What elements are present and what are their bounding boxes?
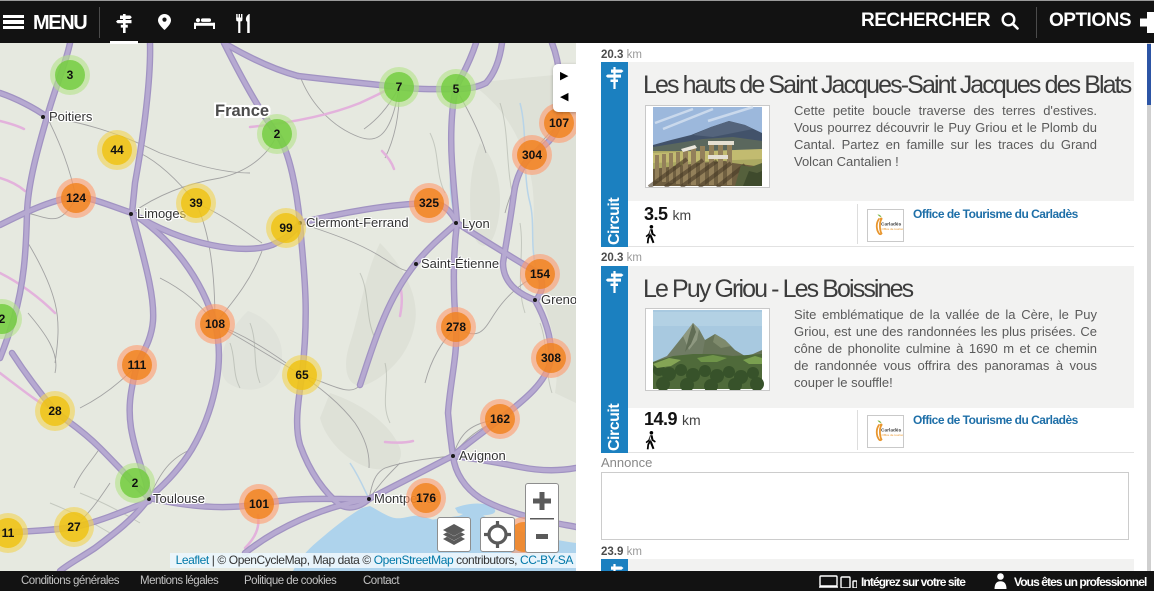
svg-text:Office de tourisme: Office de tourisme [882, 433, 904, 437]
svg-text:Office de tourisme: Office de tourisme [882, 227, 904, 231]
